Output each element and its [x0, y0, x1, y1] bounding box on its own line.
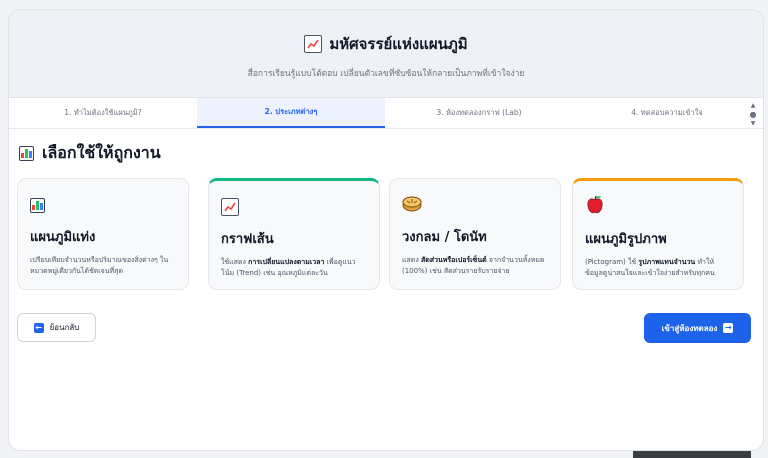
- back-button[interactable]: ← ย้อนกลับ: [17, 313, 96, 342]
- line-chart-icon: [304, 35, 323, 53]
- card-heading: แผนภูมิรูปภาพ: [585, 232, 667, 247]
- bar-chart-icon: [30, 197, 45, 213]
- scroll-thumb-icon[interactable]: ●: [750, 110, 757, 119]
- scroll-down-icon[interactable]: ▼: [751, 120, 756, 127]
- section-heading: เลือกใช้ให้ถูกงาน: [19, 141, 161, 166]
- enter-lab-button[interactable]: เข้าสู่ห้องทดลอง →: [644, 313, 751, 343]
- page-header: มหัศจรรย์แห่งแผนภูมิ สื่อการเรียนรู้แบบโ…: [9, 10, 763, 98]
- tab-scroll-control[interactable]: ▲ ● ▼: [749, 102, 757, 127]
- card-description: ใช้แสดง การเปลี่ยนแปลงตามเวลา เพื่อดูแนว…: [221, 258, 356, 277]
- scroll-up-icon[interactable]: ▲: [751, 102, 756, 109]
- tab-chart-types[interactable]: 2. ประเภทต่างๆ: [197, 98, 385, 128]
- bar-chart-icon: [19, 146, 34, 161]
- card-pictogram[interactable]: แผนภูมิรูปภาพ (Pictogram) ใช้ รูปภาพแทนจ…: [572, 178, 744, 290]
- page-subtitle: สื่อการเรียนรู้แบบโต้ตอบ เปลี่ยนตัวเลขที…: [247, 69, 525, 79]
- card-line-chart[interactable]: กราฟเส้น ใช้แสดง การเปลี่ยนแปลงตามเวลา เ…: [208, 178, 380, 290]
- section-title: เลือกใช้ให้ถูกงาน: [42, 143, 161, 162]
- card-description: เปรียบเทียบจำนวนหรือปริมาณของสิ่งต่างๆ ใ…: [30, 256, 169, 275]
- enter-lab-button-label: เข้าสู่ห้องทดลอง: [661, 323, 718, 333]
- arrow-right-icon: →: [723, 323, 734, 333]
- tab-bar: 1. ทำไมต้องใช้แผนภูมิ? 2. ประเภทต่างๆ 3.…: [9, 98, 763, 129]
- tab-why-charts[interactable]: 1. ทำไมต้องใช้แผนภูมิ?: [9, 98, 197, 128]
- card-heading: วงกลม / โดนัท: [402, 230, 487, 245]
- apple-icon: [585, 195, 605, 219]
- card-heading: กราฟเส้น: [221, 232, 274, 247]
- line-chart-icon: [221, 198, 239, 216]
- card-description: (Pictogram) ใช้ รูปภาพแทนจำนวน ทำให้ข้อม…: [585, 258, 715, 277]
- back-button-label: ย้อนกลับ: [49, 323, 80, 332]
- arrow-left-icon: ←: [33, 322, 44, 333]
- pie-icon: [402, 194, 422, 216]
- taskbar-fragment: [633, 451, 751, 458]
- card-heading: แผนภูมิแท่ง: [30, 230, 96, 245]
- card-pie-chart[interactable]: วงกลม / โดนัท แสดง สัดส่วนหรือเปอร์เซ็นต…: [389, 178, 561, 290]
- tab-quiz[interactable]: 4. ทดสอบความเข้าใจ: [573, 98, 761, 128]
- card-bar-chart[interactable]: แผนภูมิแท่ง เปรียบเทียบจำนวนหรือปริมาณขอ…: [17, 178, 189, 290]
- card-description: แสดง สัดส่วนหรือเปอร์เซ็นต์ จากจำนวนทั้ง…: [402, 256, 545, 275]
- page-title: มหัศจรรย์แห่งแผนภูมิ: [329, 35, 468, 53]
- tab-graph-lab[interactable]: 3. ห้องทดลองกราฟ (Lab): [385, 98, 573, 128]
- page-title-row: มหัศจรรย์แห่งแผนภูมิ: [9, 10, 763, 56]
